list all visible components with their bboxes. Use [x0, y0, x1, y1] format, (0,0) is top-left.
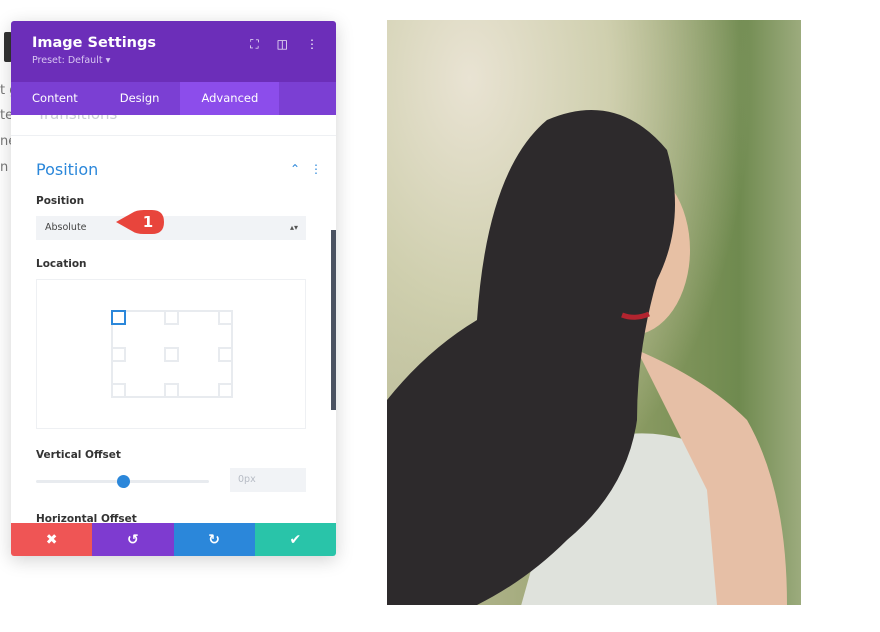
redo-button[interactable]: ↻	[173, 523, 255, 556]
slider-knob[interactable]	[116, 475, 130, 488]
tab-advanced[interactable]: Advanced	[180, 82, 280, 115]
more-vertical-icon[interactable]: ⋮	[306, 37, 318, 52]
preset-dropdown[interactable]: Preset: Default ▾	[32, 55, 315, 66]
badge-number: 1	[143, 213, 153, 231]
location-top-right[interactable]	[218, 310, 233, 325]
divider	[11, 135, 336, 136]
chevron-up-icon[interactable]: ⌃	[290, 162, 300, 176]
location-bottom-right[interactable]	[218, 383, 233, 398]
more-vertical-icon[interactable]: ⋮	[310, 162, 322, 176]
cancel-button[interactable]: ✖	[11, 523, 93, 556]
location-center-left[interactable]	[111, 347, 126, 362]
location-bottom-center[interactable]	[164, 383, 179, 398]
position-value: Absolute	[45, 222, 87, 233]
vertical-offset-slider[interactable]	[36, 475, 209, 488]
select-arrows-icon: ▴▾	[289, 223, 298, 232]
fullscreen-icon[interactable]: ⛶	[250, 37, 258, 52]
save-button[interactable]: ✔	[254, 523, 336, 556]
location-top-center[interactable]	[164, 310, 179, 325]
location-picker	[36, 279, 306, 429]
tab-bar: Content Design Advanced	[11, 82, 336, 115]
panel-header: Image Settings Preset: Default ▾ ⛶ ◫ ⋮	[11, 21, 336, 82]
location-label: Location	[36, 258, 87, 270]
step-badge: 1	[116, 210, 164, 234]
location-top-left[interactable]	[111, 310, 126, 325]
vertical-offset-input[interactable]: 0px	[230, 468, 306, 492]
transitions-section[interactable]: Transitions	[37, 115, 117, 123]
undo-button[interactable]: ↺	[92, 523, 174, 556]
tab-design[interactable]: Design	[99, 82, 181, 115]
section-title[interactable]: Position	[36, 160, 98, 179]
scrollbar[interactable]	[331, 230, 336, 410]
position-select[interactable]: Absolute ▴▾	[36, 216, 306, 240]
split-view-icon[interactable]: ◫	[277, 37, 288, 52]
position-label: Position	[36, 195, 85, 207]
location-bottom-left[interactable]	[111, 383, 126, 398]
woman-portrait-image	[387, 20, 801, 605]
tab-content[interactable]: Content	[11, 82, 99, 115]
image-settings-panel: Image Settings Preset: Default ▾ ⛶ ◫ ⋮ C…	[11, 21, 336, 556]
location-center-right[interactable]	[218, 347, 233, 362]
horizontal-offset-label: Horizontal Offset	[36, 513, 137, 523]
location-center[interactable]	[164, 347, 179, 362]
vertical-offset-label: Vertical Offset	[36, 449, 121, 461]
